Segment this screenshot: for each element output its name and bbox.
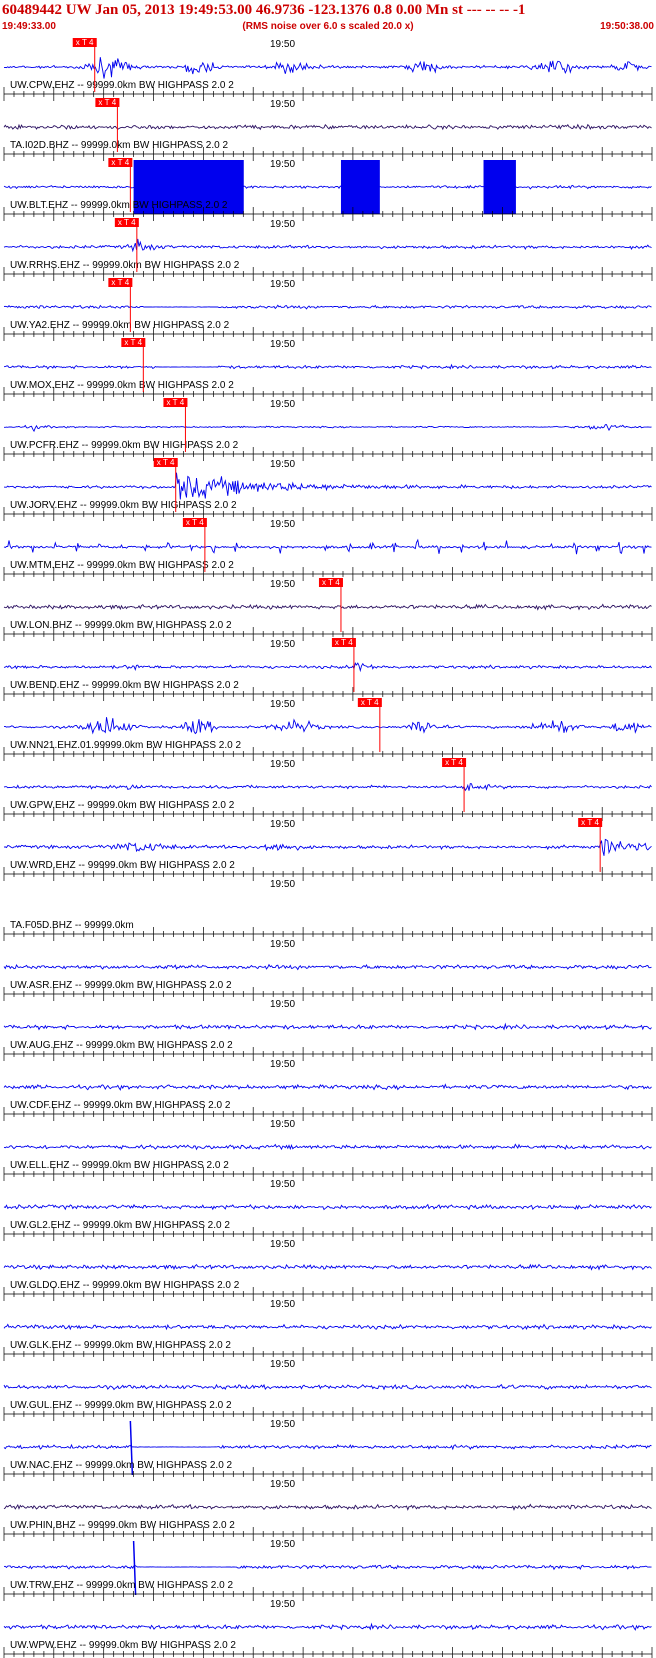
- station-label: UW.WPW.EHZ -- 99999.0km BW HIGHPASS 2.0 …: [10, 1640, 236, 1651]
- time-label: 19:50: [270, 39, 295, 50]
- time-label: 19:50: [270, 999, 295, 1010]
- waveform: [3, 472, 652, 500]
- waveform: [3, 1263, 652, 1271]
- station-label: UW.CDF.EHZ -- 99999.0km BW HIGHPASS 2.0 …: [10, 1100, 231, 1111]
- time-label: 19:50: [270, 939, 295, 950]
- station-label: UW.YA2.EHZ -- 99999.0km BW HIGHPASS 2.0 …: [10, 320, 230, 331]
- time-label: 19:50: [270, 579, 295, 590]
- station-label: UW.PHIN.BHZ -- 99999.0km BW HIGHPASS 2.0…: [10, 1520, 235, 1531]
- station-label: UW.PCFR.EHZ -- 99999.0km BW HIGHPASS 2.0…: [10, 440, 239, 451]
- waveform: [3, 963, 652, 971]
- waveform: [3, 662, 652, 673]
- time-label: 19:50: [270, 519, 295, 530]
- waveform: [3, 538, 652, 555]
- time-label: 19:50: [270, 759, 295, 770]
- waveform: [3, 717, 652, 735]
- time-label: 19:50: [270, 1419, 295, 1430]
- station-label: UW.WRD.EHZ -- 99999.0km BW HIGHPASS 2.0 …: [10, 860, 235, 871]
- pick-label: x T 4: [98, 98, 116, 107]
- time-label: 19:50: [270, 1599, 295, 1610]
- pick-label: x T 4: [186, 518, 204, 527]
- time-label: 19:50: [270, 1179, 295, 1190]
- pick-label: x T 4: [322, 578, 340, 587]
- waveform: [3, 603, 652, 611]
- station-label: UW.MTM.EHZ -- 99999.0km BW HIGHPASS 2.0 …: [10, 560, 234, 571]
- pick-label: x T 4: [157, 458, 175, 467]
- station-label: UW.CPW.EHZ -- 99999.0km BW HIGHPASS 2.0 …: [10, 80, 234, 91]
- pick-label: x T 4: [111, 278, 129, 287]
- pick-label: x T 4: [118, 218, 136, 227]
- pick-label: x T 4: [335, 638, 353, 647]
- waveform: [3, 304, 652, 310]
- station-label: UW.TRW.EHZ -- 99999.0km BW HIGHPASS 2.0 …: [10, 1580, 233, 1591]
- clipped-segment: [483, 160, 516, 214]
- station-label: UW.ELL.EHZ -- 99999.0km BW HIGHPASS 2.0 …: [10, 1160, 229, 1171]
- station-label: UW.GPW.EHZ -- 99999.0km BW HIGHPASS 2.0 …: [10, 800, 235, 811]
- station-label: UW.JORV.EHZ -- 99999.0km BW HIGHPASS 2.0…: [10, 500, 237, 511]
- waveform: [3, 783, 652, 792]
- time-label: 19:50: [270, 399, 295, 410]
- waveform: [4, 424, 652, 433]
- station-label: UW.LON.BHZ -- 99999.0km BW HIGHPASS 2.0 …: [10, 620, 232, 631]
- waveform: [3, 1564, 652, 1571]
- waveform: [3, 1083, 652, 1091]
- waveform: [3, 1323, 652, 1331]
- time-label: 19:50: [270, 819, 295, 830]
- pick-label: x T 4: [166, 398, 184, 407]
- waveform: [3, 1622, 652, 1631]
- station-label: UW.BEND.EHZ -- 99999.0km BW HIGHPASS 2.0…: [10, 680, 239, 691]
- waveform: [3, 1022, 652, 1031]
- station-label: UW.MOX.EHZ -- 99999.0km BW HIGHPASS 2.0 …: [10, 380, 234, 391]
- waveform: [3, 1203, 652, 1211]
- station-label: UW.NN21.EHZ.01.99999.0km BW HIGHPASS 2.0…: [10, 740, 241, 751]
- clipped-segment: [340, 160, 380, 214]
- station-label: UW.GUL.EHZ -- 99999.0km BW HIGHPASS 2.0 …: [10, 1400, 232, 1411]
- station-label: UW.GL2.EHZ -- 99999.0km BW HIGHPASS 2.0 …: [10, 1220, 230, 1231]
- time-label: 19:50: [270, 1539, 295, 1550]
- station-label: UW.ASR.EHZ -- 99999.0km BW HIGHPASS 2.0 …: [10, 980, 232, 991]
- waveform: [3, 1143, 652, 1151]
- pick-label: x T 4: [445, 758, 463, 767]
- time-label: 19:50: [270, 879, 295, 890]
- station-label: UW.RRHS.EHZ -- 99999.0km BW HIGHPASS 2.0…: [10, 260, 240, 271]
- station-label: TA.F05D.BHZ -- 99999.0km: [10, 920, 134, 931]
- time-label: 19:50: [270, 99, 295, 110]
- waveform: [3, 1443, 652, 1451]
- pick-label: x T 4: [111, 158, 129, 167]
- station-label: UW.AUG.EHZ -- 99999.0km BW HIGHPASS 2.0 …: [10, 1040, 233, 1051]
- waveform: [3, 123, 652, 131]
- time-label: 19:50: [270, 279, 295, 290]
- pick-label: x T 4: [76, 38, 94, 47]
- time-label: 19:50: [270, 1479, 295, 1490]
- station-label: UW.NAC.EHZ -- 99999.0km BW HIGHPASS 2.0 …: [10, 1460, 233, 1471]
- station-label: UW.GLK.EHZ -- 99999.0km BW HIGHPASS 2.0 …: [10, 1340, 231, 1351]
- seismogram-panel: 19:50 UW.CPW.EHZ -- 99999.0km BW HIGHPASS…: [3, 38, 653, 1658]
- waveform: [3, 1383, 652, 1391]
- station-label: UW.BLT.EHZ -- 99999.0km BW HIGHPASS 2.0 …: [10, 200, 228, 211]
- waveform: [3, 57, 652, 79]
- time-label: 19:50: [270, 459, 295, 470]
- time-label: 19:50: [270, 339, 295, 350]
- waveform: [3, 838, 652, 856]
- pick-label: x T 4: [124, 338, 142, 347]
- time-label: 19:50: [270, 1359, 295, 1370]
- pick-label: x T 4: [581, 818, 599, 827]
- station-label: TA.I02D.BHZ -- 99999.0km BW HIGHPASS 2.0…: [10, 140, 228, 151]
- pick-label: x T 4: [361, 698, 379, 707]
- waveform: [3, 238, 652, 253]
- time-label: 19:50: [270, 1239, 295, 1250]
- time-label: 19:50: [270, 1059, 295, 1070]
- seismogram-page: 60489442 UW Jan 05, 2013 19:49:53.00 46.…: [0, 0, 656, 1658]
- time-label: 19:50: [270, 699, 295, 710]
- time-label: 19:50: [270, 639, 295, 650]
- time-label: 19:50: [270, 1299, 295, 1310]
- time-label: 19:50: [270, 159, 295, 170]
- waveform: [3, 184, 652, 190]
- station-label: UW.GLDO.EHZ -- 99999.0km BW HIGHPASS 2.0…: [10, 1280, 240, 1291]
- waveform: [3, 1503, 652, 1511]
- time-label: 19:50: [270, 219, 295, 230]
- time-label: 19:50: [270, 1119, 295, 1130]
- waveform: [3, 363, 652, 370]
